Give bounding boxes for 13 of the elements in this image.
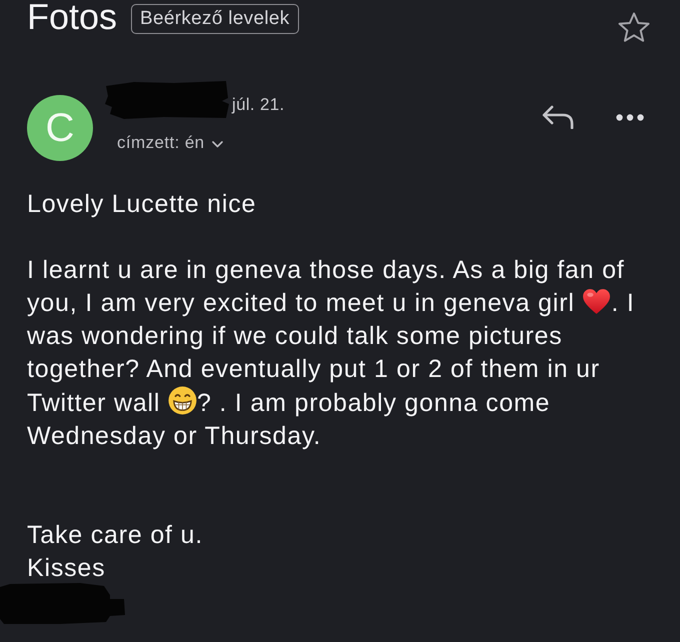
heart-emoji-icon	[582, 288, 612, 315]
mailbox-label: Beérkező levelek	[131, 4, 299, 34]
more-icon	[616, 114, 644, 120]
greeting-text: Lovely Lucette nice	[27, 189, 258, 220]
message-paragraph: I learnt u are in geneva those days. As a big fan of you, I am very excited to meet u in geneva girl . I was wondering if we could talk some pictures together? And eventually put 1 or 2 of them in ur Twitter wall ? . I am probably gonna come Wednesday or Thursday.	[27, 255, 636, 452]
message-date: júl. 21.	[232, 94, 284, 116]
grinning-face-emoji-icon	[168, 386, 197, 415]
reply-icon	[542, 105, 574, 129]
recipient-toggle[interactable]: címzett: én	[117, 132, 223, 154]
sender-avatar: C	[27, 95, 93, 161]
subject-title: Fotos	[27, 0, 118, 37]
closing-line: Take care of u.	[27, 520, 204, 551]
closing-line: Kisses	[27, 553, 106, 584]
